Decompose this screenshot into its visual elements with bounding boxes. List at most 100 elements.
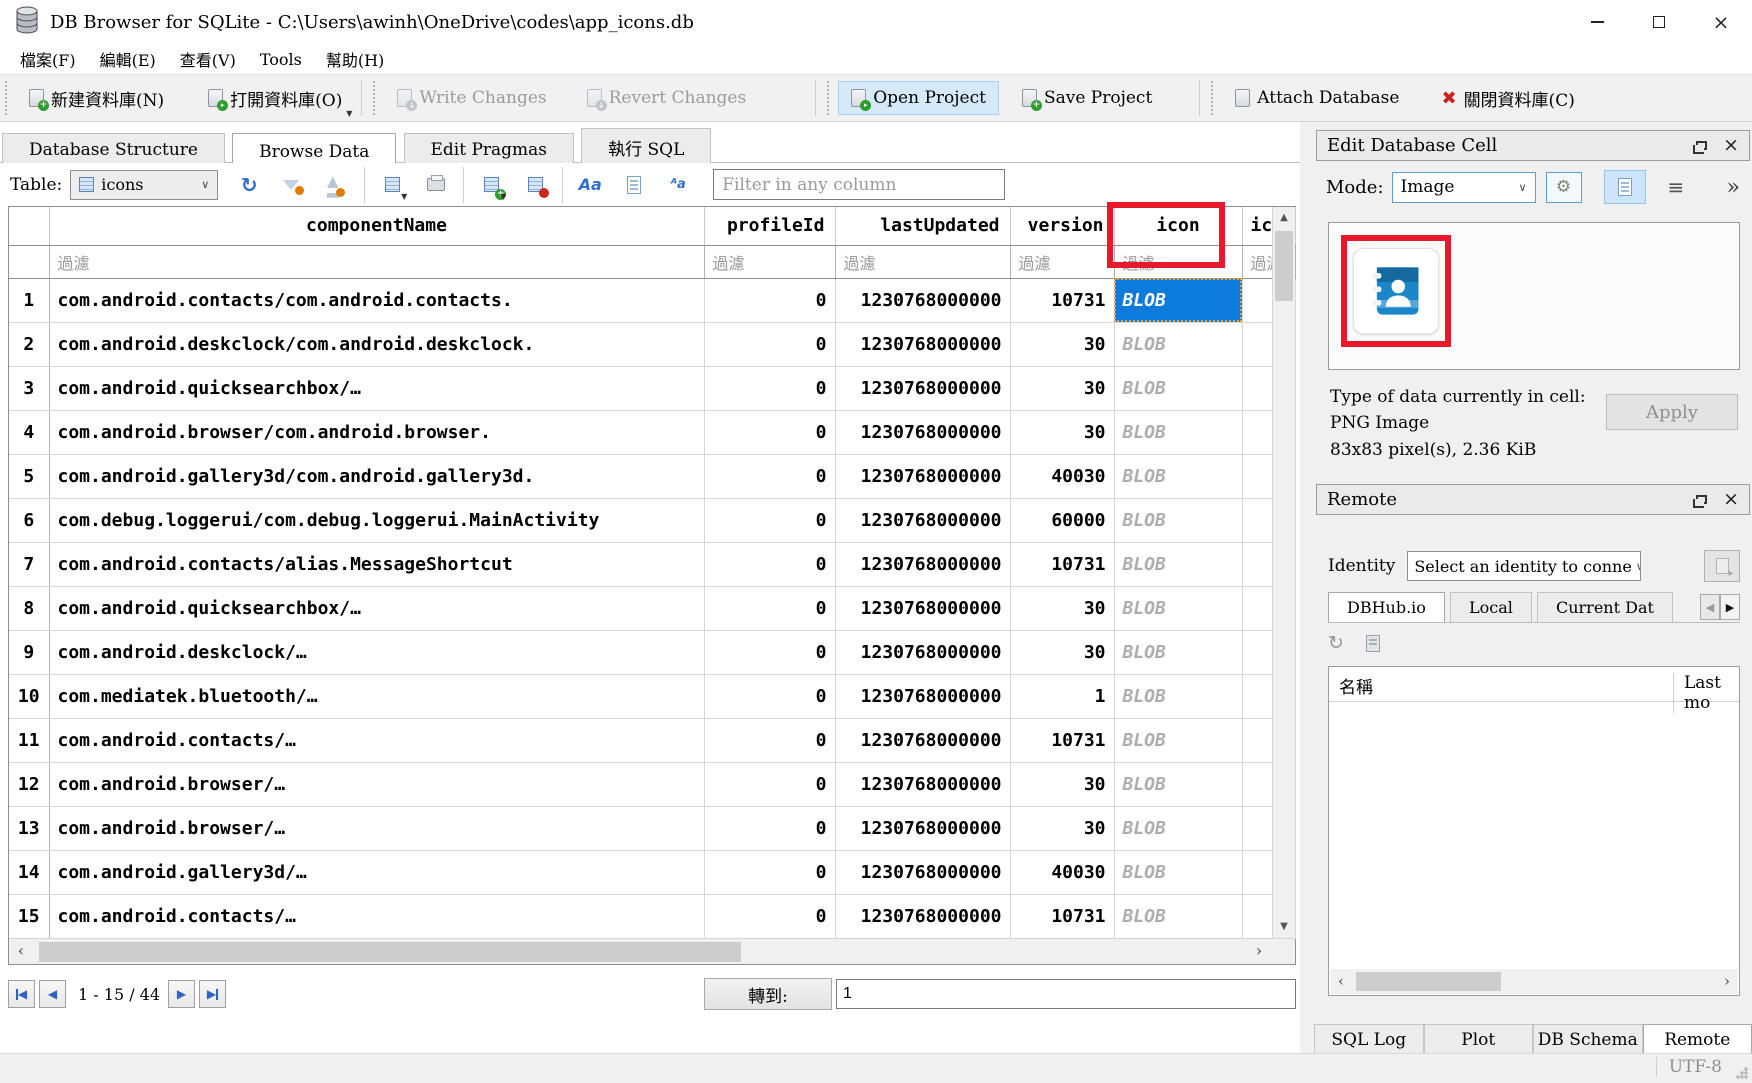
cell-lastupdated[interactable]: 1230768000000 [835, 498, 1010, 542]
encoding-indicator[interactable]: UTF-8 [1656, 1057, 1722, 1077]
cell-lastupdated[interactable]: 1230768000000 [835, 894, 1010, 938]
clone-database-button[interactable] [1704, 550, 1740, 582]
menu-help[interactable]: 幫助(H) [314, 45, 396, 73]
cell-profileid[interactable]: 0 [704, 322, 835, 366]
cell-componentname[interactable]: com.android.contacts/… [49, 718, 704, 762]
cell-profileid[interactable]: 0 [704, 278, 835, 322]
tab-scroll-left-icon[interactable]: ◀ [1700, 594, 1720, 620]
cell-componentname[interactable]: com.android.gallery3d/com.android.galler… [49, 454, 704, 498]
row-number[interactable]: 9 [9, 630, 49, 674]
filter-input-componentname[interactable]: 過濾 [49, 245, 704, 278]
cell-icon-blob[interactable]: BLOB [1114, 278, 1242, 322]
insert-record-dropdown-icon[interactable]: ▼ [500, 192, 506, 201]
tab-local[interactable]: Local [1450, 592, 1532, 622]
filter-input-lastupdated[interactable]: 過濾 [835, 245, 1010, 278]
column-header-icon[interactable]: icon [1114, 207, 1242, 245]
row-number[interactable]: 15 [9, 894, 49, 938]
cell-version[interactable]: 30 [1010, 410, 1114, 454]
print-button[interactable] [419, 170, 453, 200]
open-database-dropdown-icon[interactable]: ▼ [346, 109, 352, 118]
tab-scroll-right-icon[interactable]: ▶ [1720, 594, 1740, 620]
cell-profileid[interactable]: 0 [704, 454, 835, 498]
remote-horizontal-scrollbar[interactable]: ‹ › [1330, 969, 1738, 994]
close-database-button[interactable]: ✖ 關閉資料庫(C) [1428, 79, 1587, 118]
tab-plot[interactable]: Plot [1424, 1024, 1534, 1055]
row-number[interactable]: 13 [9, 806, 49, 850]
cell-icon-blob[interactable]: BLOB [1114, 850, 1242, 894]
cell-lastupdated[interactable]: 1230768000000 [835, 674, 1010, 718]
tab-execute-sql[interactable]: 執行 SQL [581, 128, 711, 166]
revert-changes-button[interactable]: Revert Changes [574, 81, 760, 115]
menu-view[interactable]: 查看(V) [168, 45, 248, 73]
maximize-button[interactable] [1628, 0, 1690, 44]
row-number[interactable]: 1 [9, 278, 49, 322]
corner-header[interactable] [9, 207, 49, 245]
cell-version[interactable]: 10731 [1010, 718, 1114, 762]
cell-lastupdated[interactable]: 1230768000000 [835, 454, 1010, 498]
encoding-b-button[interactable]: ᴬa [661, 170, 695, 200]
cell-componentname[interactable]: com.android.deskclock/… [49, 630, 704, 674]
cell-componentname[interactable]: com.android.browser/com.android.browser. [49, 410, 704, 454]
write-changes-button[interactable]: Write Changes [384, 81, 559, 115]
cell-version[interactable]: 30 [1010, 762, 1114, 806]
tab-edit-pragmas[interactable]: Edit Pragmas [404, 133, 575, 166]
save-view-button[interactable]: ▼ [375, 170, 409, 200]
cell-componentname[interactable]: com.android.browser/… [49, 806, 704, 850]
cell-lastupdated[interactable]: 1230768000000 [835, 630, 1010, 674]
float-panel-icon[interactable] [1696, 141, 1707, 150]
cell-icon-blob[interactable]: BLOB [1114, 454, 1242, 498]
row-number[interactable]: 3 [9, 366, 49, 410]
identity-select[interactable]: Select an identity to conne ∨ [1407, 551, 1641, 581]
insert-record-button[interactable]: ▼ [474, 170, 508, 200]
cell-profileid[interactable]: 0 [704, 762, 835, 806]
cell-lastupdated[interactable]: 1230768000000 [835, 542, 1010, 586]
goto-input[interactable] [836, 979, 1296, 1009]
cell-icon-blob[interactable]: BLOB [1114, 718, 1242, 762]
cell-lastupdated[interactable]: 1230768000000 [835, 718, 1010, 762]
close-button[interactable]: × [1690, 0, 1752, 44]
clear-filters-button[interactable] [278, 170, 312, 200]
encoding-a-button[interactable]: Aa [573, 170, 607, 200]
previous-page-button[interactable]: ◀ [39, 980, 66, 1008]
cell-lastupdated[interactable]: 1230768000000 [835, 806, 1010, 850]
more-options-icon[interactable]: » [1727, 175, 1740, 200]
cell-componentname[interactable]: com.android.quicksearchbox/… [49, 366, 704, 410]
cell-version[interactable]: 10731 [1010, 542, 1114, 586]
menu-tools[interactable]: Tools [248, 48, 314, 71]
column-header-version[interactable]: version [1010, 207, 1114, 245]
filter-any-column-input[interactable] [713, 169, 1005, 200]
cell-componentname[interactable]: com.android.quicksearchbox/… [49, 586, 704, 630]
cell-profileid[interactable]: 0 [704, 542, 835, 586]
save-project-button[interactable]: Save Project [1009, 81, 1165, 115]
cell-lastupdated[interactable]: 1230768000000 [835, 850, 1010, 894]
first-page-button[interactable]: ◀ [8, 980, 35, 1008]
cell-version[interactable]: 10731 [1010, 278, 1114, 322]
cell-lastupdated[interactable]: 1230768000000 [835, 586, 1010, 630]
word-wrap-icon[interactable]: ≡ [1668, 175, 1685, 199]
remote-column-last-modified[interactable]: Last mo [1673, 673, 1743, 713]
row-number[interactable]: 10 [9, 674, 49, 718]
row-number[interactable]: 5 [9, 454, 49, 498]
remote-scroll-thumb[interactable] [1356, 972, 1501, 991]
cell-version[interactable]: 1 [1010, 674, 1114, 718]
scroll-left-icon[interactable]: ‹ [1330, 969, 1352, 994]
close-panel-icon[interactable]: × [1723, 490, 1739, 509]
row-number[interactable]: 12 [9, 762, 49, 806]
float-panel-icon[interactable] [1696, 495, 1707, 504]
cell-icon-blob[interactable]: BLOB [1114, 630, 1242, 674]
vertical-scroll-thumb[interactable] [1275, 231, 1293, 301]
scroll-down-icon[interactable]: ▼ [1273, 916, 1295, 938]
cell-version[interactable]: 40030 [1010, 454, 1114, 498]
filter-input-version[interactable]: 過濾 [1010, 245, 1114, 278]
cell-version[interactable]: 30 [1010, 806, 1114, 850]
remote-column-name[interactable]: 名稱 [1339, 673, 1373, 698]
open-project-button[interactable]: Open Project [838, 81, 999, 115]
cell-profileid[interactable]: 0 [704, 894, 835, 938]
cell-version[interactable]: 60000 [1010, 498, 1114, 542]
tab-remote[interactable]: Remote [1643, 1024, 1752, 1055]
cell-profileid[interactable]: 0 [704, 366, 835, 410]
cell-version[interactable]: 40030 [1010, 850, 1114, 894]
cell-icon-blob[interactable]: BLOB [1114, 894, 1242, 938]
cell-lastupdated[interactable]: 1230768000000 [835, 366, 1010, 410]
cell-profileid[interactable]: 0 [704, 498, 835, 542]
